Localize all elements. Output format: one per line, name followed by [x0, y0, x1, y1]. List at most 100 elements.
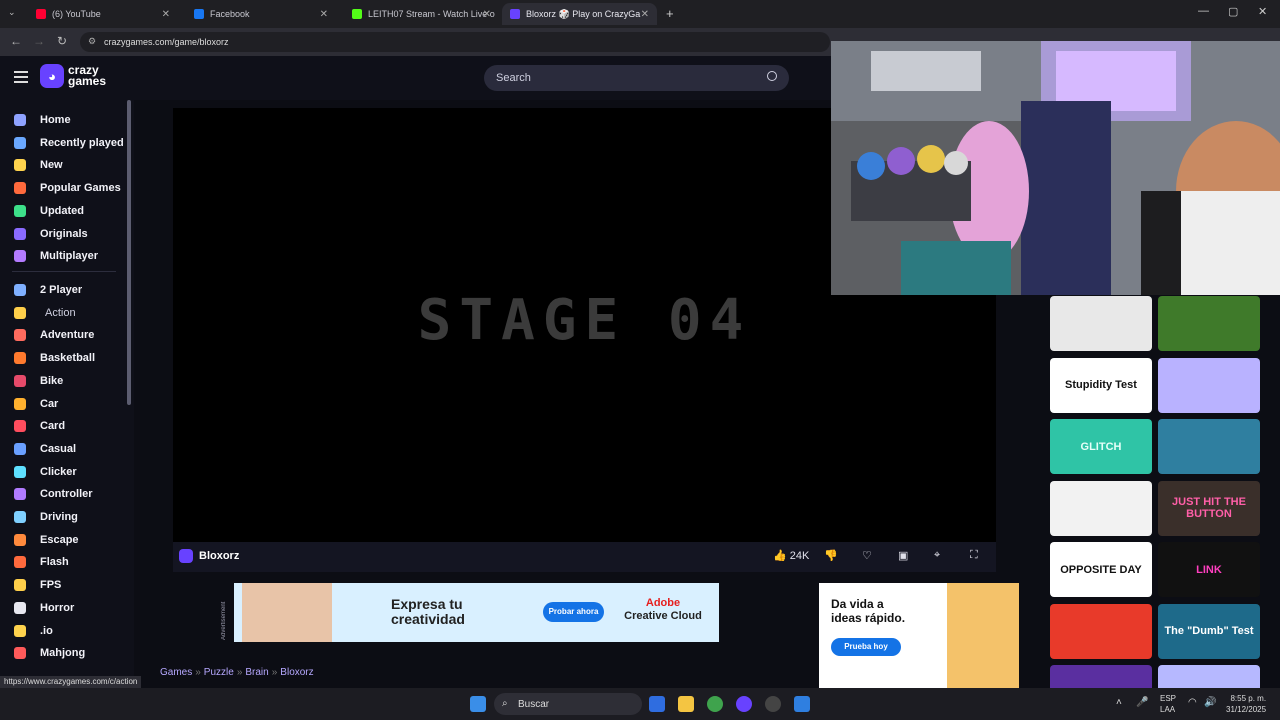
- sidebar-category-horror[interactable]: Horror: [0, 597, 126, 619]
- game-thumbnail-title: The "Dumb" Test: [1164, 625, 1254, 637]
- like-button[interactable]: 👍 24K: [773, 549, 809, 562]
- new-tab-button[interactable]: +: [666, 6, 674, 21]
- breadcrumb-link[interactable]: Games: [160, 667, 192, 678]
- sidebar-category-clicker[interactable]: Clicker: [0, 461, 126, 483]
- sidebar-item-label: Car: [40, 397, 59, 410]
- feedback-button[interactable]: ▣: [898, 549, 908, 562]
- wifi-icon[interactable]: ◠: [1188, 697, 1197, 708]
- sidebar-item-label: Driving: [40, 511, 78, 523]
- browser-tab-4[interactable]: Bloxorz 🎲 Play on CrazyGa ✕: [502, 3, 657, 25]
- dislike-button[interactable]: 👎: [824, 549, 838, 562]
- windows-start-icon[interactable]: [470, 696, 486, 712]
- game-thumbnail[interactable]: [1158, 419, 1260, 474]
- store-icon[interactable]: [649, 696, 665, 712]
- sidebar-category-controller[interactable]: Controller: [0, 483, 126, 505]
- close-tab-icon[interactable]: ✕: [641, 9, 649, 20]
- close-window-button[interactable]: ✕: [1258, 5, 1267, 18]
- sidebar-category-bike[interactable]: Bike: [0, 370, 126, 392]
- game-thumbnail[interactable]: LINK: [1158, 542, 1260, 597]
- sidebar-scrollbar[interactable]: [127, 100, 131, 405]
- sidebar-item-new[interactable]: New: [0, 154, 126, 176]
- microphone-icon[interactable]: 🎤: [1136, 697, 1148, 708]
- clock[interactable]: 8:55 p. m. 31/12/2025: [1226, 693, 1266, 715]
- browser-tab-2[interactable]: Facebook ✕: [186, 3, 336, 25]
- ad-cta-button[interactable]: Probar ahora: [543, 602, 604, 622]
- sidebar-item-updated[interactable]: Updated: [0, 200, 126, 222]
- browser-tab-1[interactable]: (6) YouTube ✕: [28, 3, 178, 25]
- casual-icon: [14, 442, 26, 455]
- sidebar-category-driving[interactable]: Driving: [0, 506, 126, 528]
- sidebar-category-casual[interactable]: Casual: [0, 438, 126, 460]
- sidebar-category-flash[interactable]: Flash: [0, 551, 126, 573]
- sidebar-category-action[interactable]: Action: [0, 302, 126, 324]
- taskbar-search[interactable]: ⌕ Buscar: [494, 693, 642, 715]
- sidebar-category-io[interactable]: .io: [0, 620, 126, 642]
- game-thumbnail[interactable]: [1050, 603, 1152, 659]
- site-info-icon[interactable]: ⚙: [88, 36, 96, 47]
- game-thumbnail[interactable]: [1158, 357, 1260, 413]
- sidebar-item-originals[interactable]: Originals: [0, 223, 126, 245]
- crazygames-logo[interactable]: ◕ crazy games: [40, 64, 106, 88]
- favorite-button[interactable]: ♡: [862, 549, 872, 562]
- share-button[interactable]: ⌖: [934, 549, 940, 562]
- menu-icon[interactable]: [14, 71, 28, 83]
- game-thumbnail[interactable]: JUST HIT THE BUTTON: [1158, 480, 1260, 536]
- chrome-icon[interactable]: [707, 696, 723, 712]
- sidebar-item-multiplayer[interactable]: Multiplayer: [0, 245, 126, 267]
- sidebar-item-label: Card: [40, 420, 66, 433]
- volume-icon[interactable]: 🔊: [1204, 697, 1216, 708]
- close-tab-icon[interactable]: ✕: [162, 9, 170, 20]
- tab-favicon-icon: [36, 9, 46, 19]
- sidebar-item-label: Escape: [40, 533, 79, 546]
- refresh-icon: [14, 204, 26, 217]
- sidebar-category-mahjong[interactable]: Mahjong: [0, 642, 126, 664]
- tab-list-icon[interactable]: ⌄: [8, 7, 16, 18]
- close-tab-icon[interactable]: ✕: [483, 9, 491, 20]
- sidebar-category-escape[interactable]: Escape: [0, 529, 126, 551]
- game-thumbnail[interactable]: Stupidity Test: [1050, 357, 1152, 413]
- breadcrumb-link[interactable]: Puzzle: [204, 667, 234, 678]
- game-thumbnail[interactable]: [1050, 480, 1152, 536]
- game-thumbnail[interactable]: [1158, 296, 1260, 351]
- language-indicator[interactable]: ESP LAA: [1160, 693, 1176, 715]
- sidebar-item-recently-played[interactable]: Recently played: [0, 132, 126, 154]
- ad2-cta-button[interactable]: Prueba hoy: [831, 638, 901, 656]
- tray-overflow-icon[interactable]: ˄: [1116, 697, 1122, 708]
- search-icon[interactable]: [767, 71, 777, 81]
- minimize-button[interactable]: —: [1198, 5, 1209, 17]
- game-thumbnail[interactable]: [1050, 296, 1152, 351]
- notepad-icon[interactable]: [794, 696, 810, 712]
- sidebar-item-label: Originals: [40, 227, 88, 240]
- reload-button[interactable]: ↻: [57, 34, 67, 48]
- sidebar-category-2-player[interactable]: 2 Player: [0, 279, 126, 301]
- flash-icon: [14, 556, 26, 569]
- app-icon[interactable]: [736, 696, 752, 712]
- search-input[interactable]: Search: [484, 65, 789, 91]
- forward-button[interactable]: →: [33, 34, 45, 48]
- banner-ad-adobe[interactable]: Expresa tu creatividad Probar ahora Adob…: [234, 583, 719, 642]
- back-button[interactable]: ←: [10, 34, 22, 48]
- breadcrumb-separator: »: [195, 667, 201, 678]
- sidebar-category-adventure[interactable]: Adventure: [0, 324, 126, 346]
- sidebar-category-basketball[interactable]: Basketball: [0, 347, 126, 369]
- game-thumbnail[interactable]: GLITCH: [1050, 419, 1152, 474]
- breadcrumb-link[interactable]: Brain: [245, 667, 268, 678]
- sidebar-item-popular-games[interactable]: Popular Games: [0, 177, 126, 199]
- game-thumbnail[interactable]: OPPOSITE DAY: [1050, 542, 1152, 597]
- sidebar-category-card[interactable]: Card: [0, 415, 126, 437]
- game-thumbnail[interactable]: The "Dumb" Test: [1158, 603, 1260, 659]
- ad-person-image: [242, 583, 332, 642]
- browser-tab-3[interactable]: LEITH07 Stream - Watch Live o ✕: [344, 3, 499, 25]
- sidebar-item-home[interactable]: Home: [0, 109, 126, 131]
- maximize-button[interactable]: ▢: [1228, 5, 1238, 18]
- sidebar-category-fps[interactable]: FPS: [0, 574, 126, 596]
- ad-brand: Adobe Creative Cloud: [624, 597, 702, 622]
- close-tab-icon[interactable]: ✕: [320, 9, 328, 20]
- url-field[interactable]: ⚙ crazygames.com/game/bloxorz: [80, 32, 830, 52]
- fullscreen-button[interactable]: ⛶: [970, 549, 978, 562]
- sidebar-category-car[interactable]: Car: [0, 393, 126, 415]
- breadcrumb-link[interactable]: Bloxorz: [280, 667, 313, 678]
- side-ad-adobe[interactable]: Da vida a ideas rápido. Prueba hoy: [819, 583, 1019, 688]
- file-explorer-icon[interactable]: [678, 696, 694, 712]
- obs-icon[interactable]: [765, 696, 781, 712]
